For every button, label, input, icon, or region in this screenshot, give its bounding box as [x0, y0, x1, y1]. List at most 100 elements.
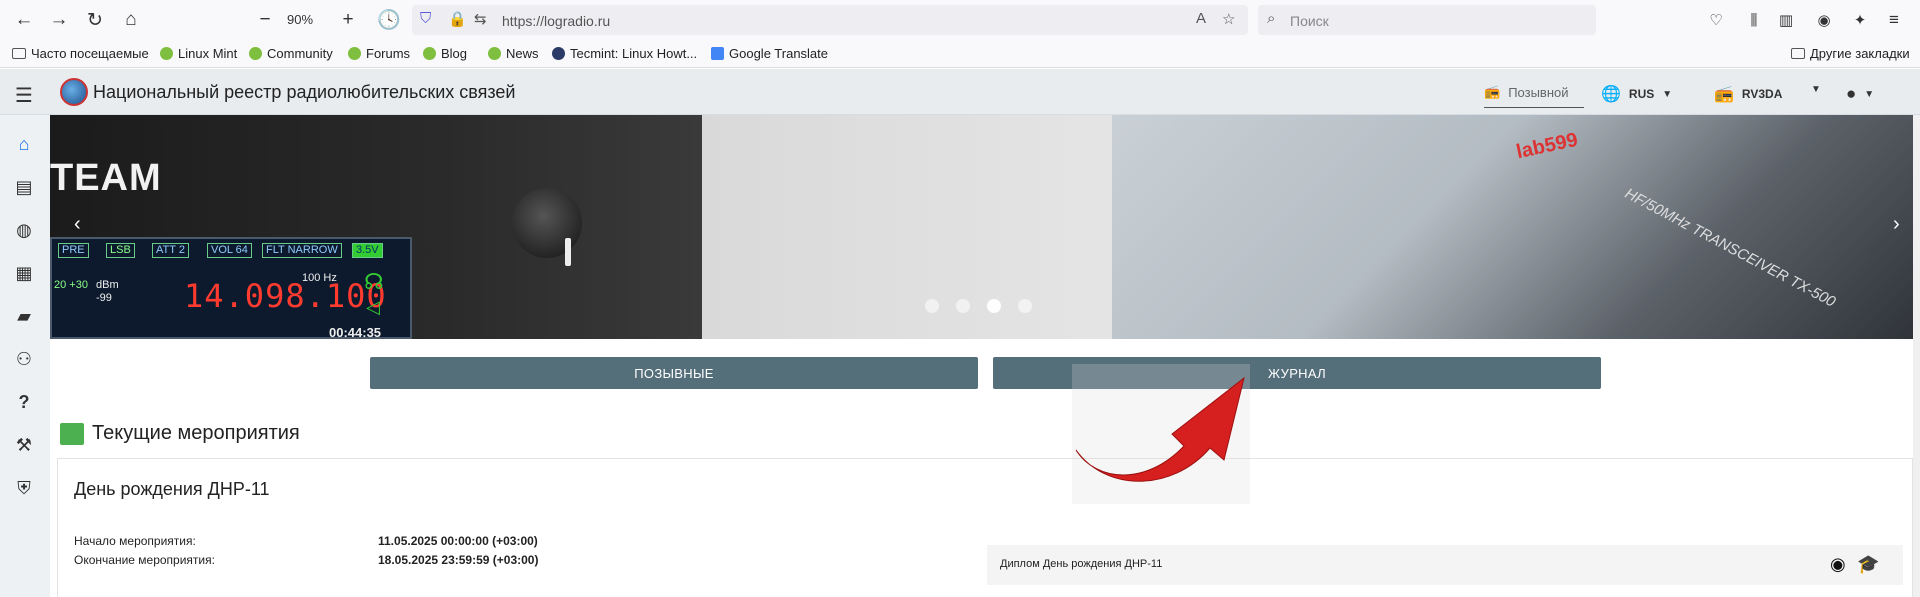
bookmark-label: Linux Mint — [178, 46, 238, 61]
url-bar[interactable]: ⛉ 🔒 ⇆ https://logradio.ru A ☆ — [412, 5, 1248, 35]
home-icon[interactable]: ⌂ — [13, 133, 35, 155]
permissions-icon[interactable]: ⇆ — [474, 10, 487, 28]
user-circle-icon: ● — [1846, 84, 1857, 103]
carousel-dot[interactable] — [1018, 299, 1032, 313]
lcd-tag: LSB — [106, 243, 135, 258]
google-translate-icon — [711, 47, 724, 60]
lcd-tag: VOL 64 — [207, 243, 252, 258]
event-name[interactable]: День рождения ДНР-11 — [74, 479, 270, 500]
db-scale: 20 +30 — [54, 279, 88, 291]
zoom-in-icon[interactable]: + — [331, 3, 365, 37]
users-icon[interactable]: ⚇ — [13, 348, 35, 370]
help-icon[interactable]: ? — [13, 391, 35, 413]
brand-logo-text: lab599 — [1514, 128, 1580, 164]
banner-carousel: TEAM PRE LSB ATT 2 VOL 64 FLT NARROW 3.5… — [50, 115, 1920, 339]
speaker-icon: ◁ — [366, 297, 380, 317]
translate-icon[interactable]: A — [1196, 10, 1206, 27]
bookmark-blog[interactable]: Blog — [423, 46, 467, 61]
callsign-placeholder[interactable]: Позывной — [1508, 85, 1568, 100]
battery-indicator: 3.5V — [352, 243, 383, 258]
bookmarks-bar: Часто посещаемые Linux Mint Community Fo… — [0, 40, 1920, 68]
station-selector[interactable]: 📻 RV3DA — [1714, 84, 1782, 104]
account-icon[interactable]: ◉ — [1807, 3, 1841, 37]
bookmark-label: Google Translate — [729, 46, 829, 61]
sidebar-toggle-icon[interactable]: ▥ — [1769, 3, 1803, 37]
end-label: Окончание мероприятия: — [74, 553, 215, 567]
site-title[interactable]: Национальный реестр радиолюбительских св… — [93, 82, 516, 103]
bookmark-frequent[interactable]: Часто посещаемые — [12, 46, 149, 61]
radio-lcd: PRE LSB ATT 2 VOL 64 FLT NARROW 3.5V 20 … — [50, 237, 412, 339]
lcd-tag: PRE — [58, 243, 89, 258]
events-heading: Текущие мероприятия — [60, 422, 300, 445]
diploma-row: Диплом День рождения ДНР-11 ◉ 🎓 — [987, 545, 1903, 585]
knob-indicator — [565, 238, 571, 266]
lcd-tag: ATT 2 — [152, 243, 189, 258]
event-card: День рождения ДНР-11 Начало мероприятия:… — [57, 458, 1913, 597]
banner-team-text: TEAM — [50, 157, 162, 199]
red-arrow-icon — [1075, 376, 1245, 482]
headphones-icon: ☊ — [364, 269, 384, 294]
url-text[interactable]: https://logradio.ru — [502, 13, 610, 29]
forward-arrow-icon[interactable]: → — [42, 3, 76, 37]
bookmark-tecmint[interactable]: Tecmint: Linux Howt... — [552, 46, 697, 61]
callsign-search[interactable]: 📻 Позывной — [1484, 84, 1569, 100]
bookmark-other[interactable]: Другие закладки — [1791, 46, 1910, 61]
site-logo[interactable] — [60, 78, 88, 106]
slide-radio-panel: TEAM PRE LSB ATT 2 VOL 64 FLT NARROW 3.5… — [50, 115, 702, 339]
bookmark-star-icon[interactable]: ☆ — [1222, 10, 1235, 28]
mint-icon — [348, 47, 361, 60]
home-icon[interactable]: ⌂ — [114, 3, 148, 37]
mint-icon — [488, 47, 501, 60]
search-placeholder[interactable]: Поиск — [1290, 13, 1329, 29]
search-bar[interactable]: ⌕ Поиск — [1258, 5, 1596, 35]
carousel-dot[interactable] — [956, 299, 970, 313]
carousel-dot[interactable] — [925, 299, 939, 313]
history-clock-icon[interactable]: 🕓 — [372, 3, 406, 37]
callsigns-button[interactable]: ПОЗЫВНЫЕ — [370, 357, 978, 389]
language-label: RUS — [1628, 87, 1655, 101]
zoom-out-icon[interactable]: − — [248, 3, 282, 37]
scrollbar[interactable] — [1913, 115, 1920, 597]
user-menu[interactable]: ● ▼ — [1846, 84, 1874, 104]
station-label: RV3DA — [1741, 87, 1783, 101]
chat-icon[interactable]: ▰ — [13, 305, 35, 327]
shield-icon[interactable]: ⛉ — [420, 10, 431, 27]
bookmark-google-translate[interactable]: Google Translate — [711, 46, 828, 61]
bookmark-news[interactable]: News — [488, 46, 539, 61]
pocket-icon[interactable]: ♡ — [1699, 3, 1733, 37]
chevron-down-icon[interactable]: ▼ — [1811, 84, 1821, 95]
callsign-underline — [1484, 107, 1584, 108]
library-icon[interactable]: ⫼ — [1737, 3, 1771, 37]
bookmark-community[interactable]: Community — [249, 46, 333, 61]
lcd-tag: FLT NARROW — [262, 243, 342, 258]
sidebar: ⌂ ▤ ◍ ▦ ▰ ⚇ ? ⚒ ⛨ — [0, 115, 50, 597]
bookmark-forums[interactable]: Forums — [348, 46, 410, 61]
tecmint-icon — [552, 47, 565, 60]
eye-icon[interactable]: ◉ — [1830, 554, 1846, 575]
hamburger-menu-icon[interactable]: ☰ — [15, 83, 33, 108]
extensions-icon[interactable]: ✦ — [1843, 3, 1877, 37]
back-arrow-icon[interactable]: ← — [7, 3, 41, 37]
carousel-prev-icon[interactable]: ‹ — [74, 213, 81, 236]
language-selector[interactable]: 🌐 RUS ▼ — [1601, 84, 1672, 104]
mint-icon — [423, 47, 436, 60]
dbm-label: dBm — [96, 279, 119, 291]
dbm-value: -99 — [96, 292, 112, 304]
shield-icon[interactable]: ⛨ — [13, 477, 35, 499]
carousel-dot-active[interactable] — [987, 299, 1001, 313]
calendar-icon[interactable]: ▦ — [13, 262, 35, 284]
reload-icon[interactable]: ↻ — [78, 3, 112, 37]
radio-knob — [512, 188, 582, 258]
globe-icon[interactable]: ◍ — [13, 219, 35, 241]
table-icon[interactable]: ▤ — [13, 176, 35, 198]
bookmark-label: Forums — [366, 46, 411, 61]
gavel-icon[interactable]: ⚒ — [13, 434, 35, 456]
graduation-cap-icon[interactable]: 🎓 — [1857, 554, 1879, 575]
menu-icon[interactable]: ≡ — [1877, 3, 1911, 37]
globe-icon: 🌐 — [1601, 86, 1621, 103]
carousel-next-icon[interactable]: › — [1893, 213, 1900, 236]
lock-icon[interactable]: 🔒 — [448, 10, 467, 28]
bookmark-linux-mint[interactable]: Linux Mint — [160, 46, 237, 61]
zoom-level[interactable]: 90% — [287, 12, 313, 27]
frequency-unit: 100 Hz — [302, 272, 337, 284]
